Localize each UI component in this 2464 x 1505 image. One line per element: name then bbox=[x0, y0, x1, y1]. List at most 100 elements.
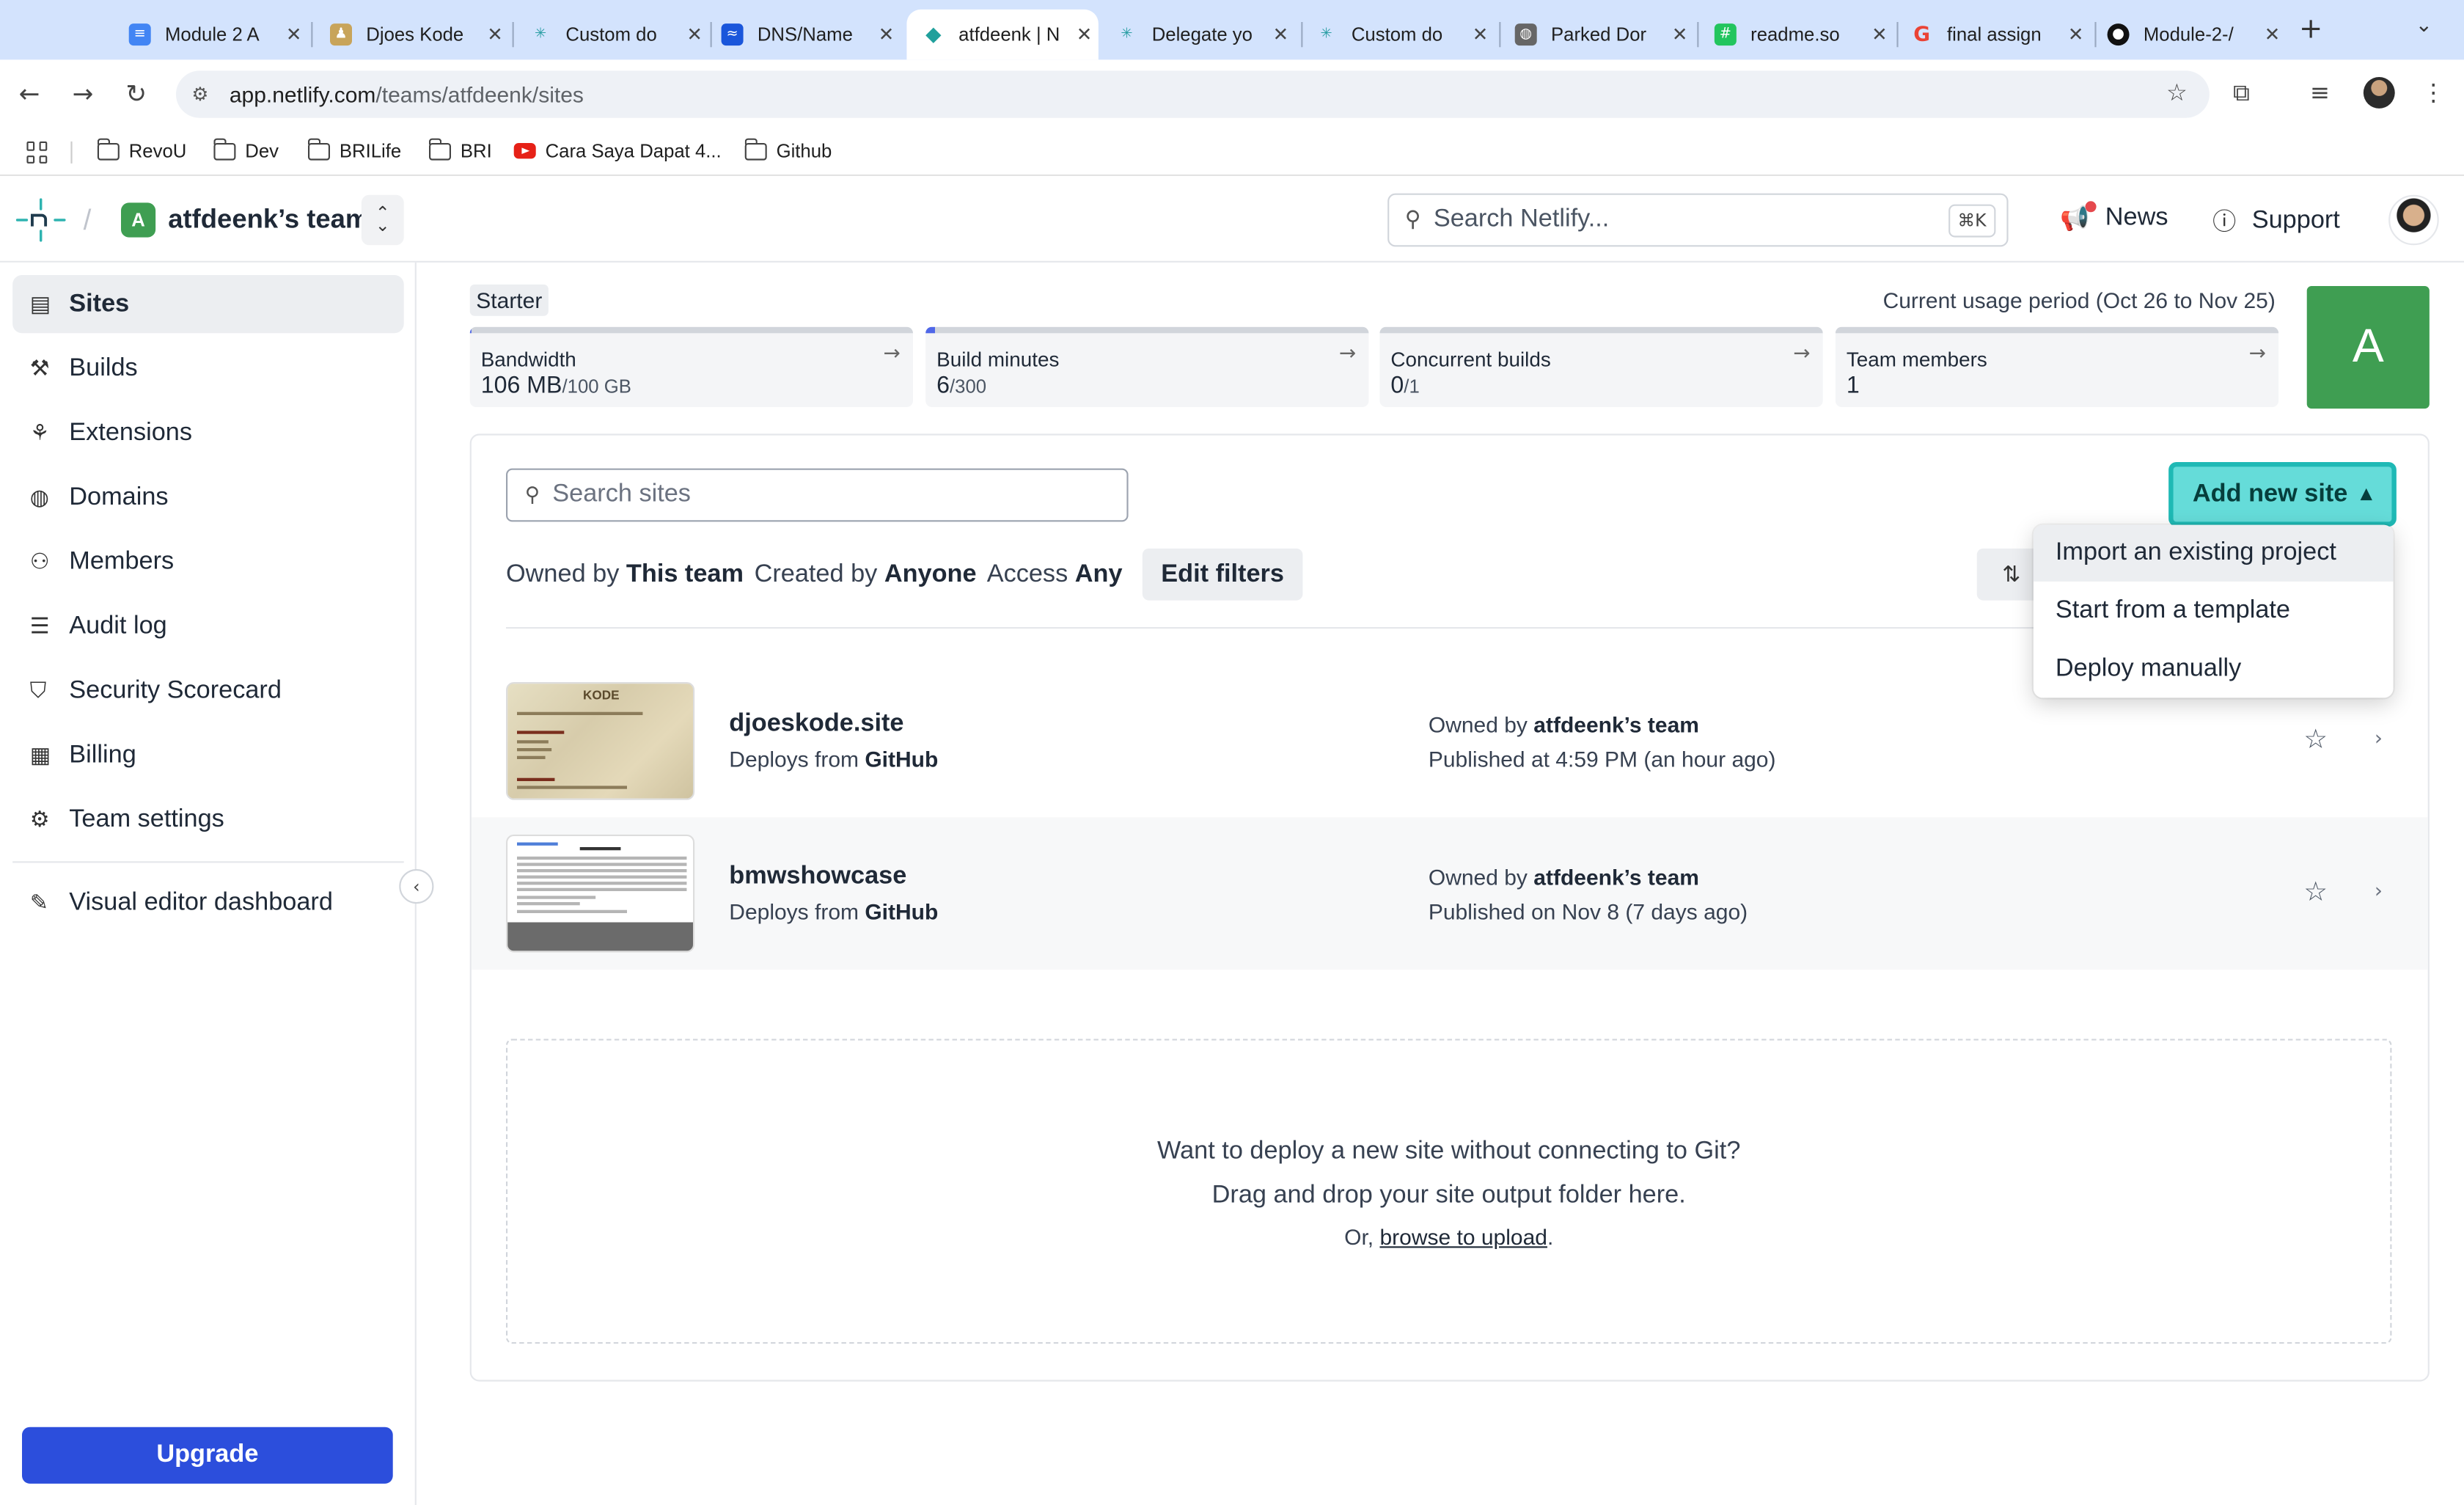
chevron-up-icon: ▲ bbox=[2360, 486, 2373, 503]
search-icon: ⚲ bbox=[1404, 207, 1421, 233]
media-controls-icon[interactable]: ≡ bbox=[2310, 78, 2330, 107]
close-icon[interactable]: ✕ bbox=[1866, 23, 1894, 45]
close-icon[interactable]: ✕ bbox=[279, 23, 308, 45]
collapse-sidebar-button[interactable]: ‹ bbox=[399, 869, 434, 904]
user-avatar[interactable] bbox=[2388, 194, 2439, 246]
upgrade-button[interactable]: Upgrade bbox=[22, 1427, 393, 1484]
site-info-icon[interactable]: ⚙ bbox=[191, 84, 223, 106]
browser-tab[interactable]: # readme.so ✕ bbox=[1698, 10, 1893, 60]
close-icon[interactable]: ✕ bbox=[1070, 23, 1099, 45]
browser-tab[interactable]: ✳ Delegate yo ✕ bbox=[1100, 10, 1295, 60]
search-sites-input[interactable]: ⚲ Search sites bbox=[506, 468, 1129, 522]
bookmark-link[interactable]: Cara Saya Dapat 4... bbox=[513, 140, 722, 162]
drop-zone[interactable]: Want to deploy a new site without connec… bbox=[506, 1039, 2392, 1344]
menu-item-import-project[interactable]: Import an existing project bbox=[2033, 524, 2394, 582]
reload-icon[interactable]: ↻ bbox=[125, 78, 147, 109]
bookmark-folder[interactable]: RevoU bbox=[96, 137, 186, 162]
news-link[interactable]: 📢 News bbox=[2060, 201, 2168, 232]
team-switcher-button[interactable]: ⌃ ⌄ bbox=[361, 194, 404, 246]
site-row[interactable]: bmwshowcase Deploys from GitHub Owned by… bbox=[471, 817, 2428, 970]
close-icon[interactable]: ✕ bbox=[2258, 23, 2287, 45]
browser-profile-avatar[interactable] bbox=[2363, 77, 2395, 109]
team-avatar: A bbox=[121, 202, 156, 238]
netlify-diamond-icon: ◆ bbox=[925, 23, 942, 47]
new-tab-icon[interactable]: + bbox=[2299, 12, 2322, 45]
sidebar-item-team-settings[interactable]: ⚙ Team settings bbox=[12, 791, 404, 849]
browser-tab[interactable]: G final assign ✕ bbox=[1895, 10, 2090, 60]
bookmark-folder[interactable]: BRILife bbox=[307, 137, 401, 162]
usage-bar-track bbox=[1379, 326, 1823, 334]
bookmark-folder[interactable]: BRI bbox=[428, 137, 492, 162]
browser-tab[interactable]: ◍ Parked Dor ✕ bbox=[1499, 10, 1694, 60]
sidebar-item-domains[interactable]: ◍ Domains bbox=[12, 469, 404, 527]
close-icon[interactable]: ✕ bbox=[681, 23, 709, 45]
site-name[interactable]: djoeskode.site bbox=[729, 711, 903, 739]
usage-card-team-members[interactable]: Team members 1 → bbox=[1835, 326, 2279, 407]
sidebar-item-security-scorecard[interactable]: ⛉ Security Scorecard bbox=[12, 662, 404, 719]
sidebar-item-audit-log[interactable]: ☰ Audit log bbox=[12, 597, 404, 655]
browser-tab[interactable]: ✳ Custom do ✕ bbox=[514, 10, 709, 60]
close-icon[interactable]: ✕ bbox=[1665, 23, 1694, 45]
browser-tab-active[interactable]: ◆ atfdeenk | N ✕ bbox=[906, 9, 1099, 60]
globe-icon: ◍ bbox=[1514, 23, 1537, 46]
google-icon: G bbox=[1913, 23, 1931, 47]
gear-icon: ⚙ bbox=[29, 807, 50, 832]
favorite-star-icon[interactable]: ☆ bbox=[2303, 725, 2328, 756]
edit-filters-button[interactable]: Edit filters bbox=[1142, 548, 1303, 601]
netlify-icon: ✳ bbox=[1121, 26, 1133, 43]
support-link[interactable]: ⓘ Support bbox=[2212, 205, 2340, 238]
arrow-right-icon: → bbox=[883, 343, 901, 367]
add-new-site-button[interactable]: Add new site ▲ bbox=[2168, 462, 2397, 527]
tab-divider bbox=[311, 22, 313, 48]
apps-grid-icon[interactable] bbox=[26, 141, 48, 164]
close-icon[interactable]: ✕ bbox=[872, 23, 901, 45]
sidebar-item-builds[interactable]: ⚒ Builds bbox=[12, 340, 404, 398]
bookmark-folder[interactable]: Github bbox=[744, 137, 832, 162]
browser-menu-icon[interactable]: ⋮ bbox=[2421, 78, 2445, 107]
site-published: Published on Nov 8 (7 days ago) bbox=[1428, 898, 1748, 924]
tab-search-chevron-icon[interactable]: ⌄ bbox=[2416, 14, 2432, 37]
favorite-star-icon[interactable]: ☆ bbox=[2303, 877, 2328, 909]
bookmark-folder[interactable]: Dev bbox=[213, 137, 279, 162]
chevron-right-icon[interactable]: › bbox=[2375, 880, 2383, 904]
back-icon[interactable]: ← bbox=[19, 78, 40, 109]
close-icon[interactable]: ✕ bbox=[1266, 23, 1295, 45]
browser-tab[interactable]: ● Module-2-/ ✕ bbox=[2091, 10, 2287, 60]
netlify-logo-icon[interactable] bbox=[15, 198, 66, 242]
usage-card-bandwidth[interactable]: Bandwidth 106 MB/100 GB → bbox=[469, 326, 913, 407]
sidebar-item-billing[interactable]: ▦ Billing bbox=[12, 726, 404, 784]
forward-icon[interactable]: → bbox=[73, 78, 94, 109]
browser-tab[interactable]: ≡ Module 2 A ✕ bbox=[113, 10, 308, 60]
menu-item-start-from-template[interactable]: Start from a template bbox=[2034, 583, 2394, 640]
close-icon[interactable]: ✕ bbox=[1466, 23, 1495, 45]
breadcrumb-separator: / bbox=[83, 204, 92, 236]
address-bar[interactable]: ⚙ app.netlify.com/teams/atfdeenk/sites ☆ bbox=[176, 70, 2210, 118]
shield-icon: ⛉ bbox=[29, 678, 47, 703]
sidebar-item-members[interactable]: ⚇ Members bbox=[12, 532, 404, 590]
team-name[interactable]: atfdeenk’s team bbox=[168, 205, 369, 236]
menu-item-deploy-manually[interactable]: Deploy manually bbox=[2034, 641, 2394, 697]
sidebar-item-visual-editor[interactable]: ✎ Visual editor dashboard bbox=[12, 874, 404, 931]
global-search-placeholder: Search Netlify... bbox=[1433, 205, 1610, 233]
chevron-right-icon[interactable]: › bbox=[2375, 728, 2383, 751]
browser-tab[interactable]: ≈ DNS/Name ✕ bbox=[705, 10, 901, 60]
site-name[interactable]: bmwshowcase bbox=[729, 863, 906, 891]
filter-owned-by[interactable]: Owned by This team bbox=[506, 561, 744, 590]
filter-created-by[interactable]: Created by Anyone bbox=[755, 561, 977, 590]
global-search[interactable]: ⚲ Search Netlify... ⌘K bbox=[1387, 193, 2009, 247]
filter-access[interactable]: Access Any bbox=[987, 561, 1123, 590]
usage-card-build-minutes[interactable]: Build minutes 6/300 → bbox=[925, 326, 1369, 407]
bookmark-star-icon[interactable]: ☆ bbox=[2166, 78, 2188, 107]
docs-icon: ≡ bbox=[128, 23, 151, 46]
extensions-puzzle-icon[interactable]: ⧉ bbox=[2233, 78, 2250, 107]
sidebar-item-extensions[interactable]: ⚘ Extensions bbox=[12, 404, 404, 462]
site-deploy-source: Deploys from GitHub bbox=[729, 898, 939, 924]
close-icon[interactable]: ✕ bbox=[481, 23, 510, 45]
usage-card-concurrent-builds[interactable]: Concurrent builds 0/1 → bbox=[1379, 326, 1823, 407]
browse-to-upload-link[interactable]: browse to upload bbox=[1379, 1224, 1547, 1249]
close-icon[interactable]: ✕ bbox=[2061, 23, 2090, 45]
browser-tab[interactable]: ♟ Djoes Kode ✕ bbox=[315, 10, 510, 60]
add-site-menu: Import an existing project Start from a … bbox=[2033, 524, 2394, 698]
browser-tab[interactable]: ✳ Custom do ✕ bbox=[1299, 10, 1495, 60]
sidebar-item-sites[interactable]: ▤ Sites bbox=[12, 275, 404, 334]
